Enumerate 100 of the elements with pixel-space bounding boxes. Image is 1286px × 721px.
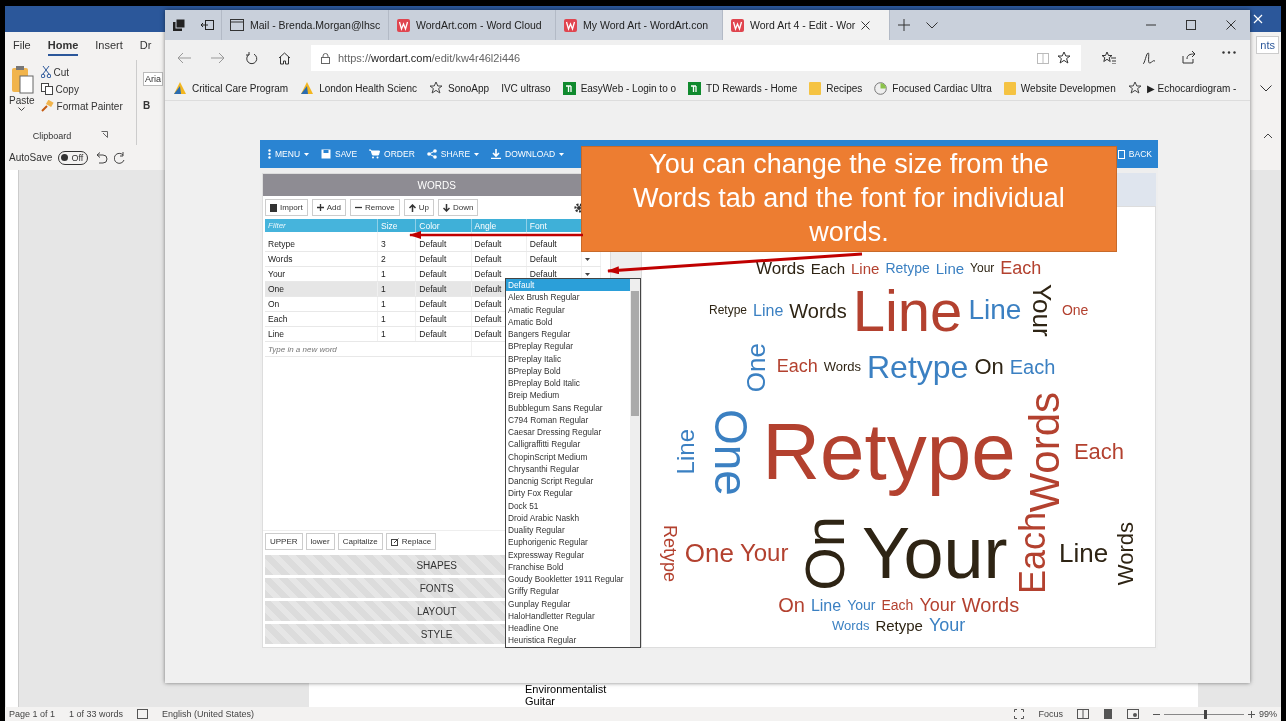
toolbar-button[interactable]: DOWNLOAD — [491, 149, 565, 159]
word-button[interactable]: Up — [403, 199, 434, 216]
more-icon[interactable] — [1222, 51, 1236, 54]
dropdown-caret-icon[interactable] — [585, 272, 590, 276]
proofing-icon[interactable] — [137, 709, 149, 719]
chevron-down-icon[interactable] — [1260, 84, 1273, 92]
word-count[interactable]: 1 of 33 words — [69, 709, 124, 719]
web-layout-icon[interactable] — [1127, 709, 1139, 719]
toolbar-button[interactable]: SHARE — [426, 149, 480, 159]
font-option[interactable]: Dock 51 — [506, 499, 630, 512]
font-option[interactable]: Duality Regular — [506, 524, 630, 537]
case-button[interactable]: UPPER — [265, 533, 303, 550]
scrollbar[interactable] — [630, 279, 640, 647]
favorite-link[interactable]: Recipes — [809, 81, 863, 95]
launcher-icon[interactable] — [101, 131, 109, 138]
font-option[interactable]: Dirty Fox Regular — [506, 487, 630, 500]
font-option[interactable]: ChopinScript Medium — [506, 450, 630, 463]
font-option[interactable]: BPreplay Bold Italic — [506, 377, 630, 390]
font-option[interactable]: Chrysanthi Regular — [506, 462, 630, 475]
toolbar-button[interactable]: MENU — [268, 149, 310, 159]
format-painter-button[interactable]: Format Painter — [56, 100, 123, 112]
ribbon-tab[interactable]: File — [13, 36, 31, 56]
favorite-link[interactable]: EasyWeb - Login to o — [562, 81, 677, 95]
toolbar-button[interactable]: SAVE — [321, 149, 358, 159]
maximize-icon[interactable] — [1186, 20, 1196, 30]
favorite-link[interactable]: Critical Care Program — [173, 81, 289, 95]
refresh-icon[interactable] — [245, 51, 258, 65]
font-option[interactable]: Bubblegum Sans Regular — [506, 401, 630, 414]
cut-button[interactable]: Cut — [53, 66, 70, 78]
favorites-icon[interactable] — [1101, 51, 1116, 64]
favorite-link[interactable]: SonoApp — [429, 81, 490, 95]
comments-button[interactable]: nts — [1256, 36, 1279, 54]
font-option[interactable]: Dancnig Script Regular — [506, 475, 630, 488]
chevron-down-icon[interactable] — [926, 21, 938, 29]
favorite-link[interactable]: ▶ Echocardiogram - — [1127, 81, 1237, 95]
ribbon-tab[interactable]: Insert — [95, 36, 123, 56]
browser-tab[interactable]: Mail - Brenda.Morgan@lhsc — [221, 10, 388, 40]
case-button[interactable]: Replace — [385, 533, 437, 550]
plus-icon — [316, 204, 324, 211]
favorite-link[interactable]: TD Rewards - Home — [688, 81, 798, 95]
case-button[interactable]: lower — [305, 533, 335, 550]
browser-tab[interactable]: Word Art 4 - Edit - Wor — [722, 10, 889, 40]
font-name-field[interactable]: Aria — [143, 72, 163, 86]
cloud-word: Words — [1021, 391, 1068, 513]
star-icon[interactable] — [1057, 51, 1071, 65]
font-option[interactable]: C794 Roman Regular — [506, 413, 630, 426]
browser-tab[interactable]: WordArt.com - Word Cloud — [388, 10, 555, 40]
language-label[interactable]: English (United States) — [162, 709, 255, 719]
share-icon[interactable] — [1182, 51, 1196, 64]
toolbar-button[interactable]: ORDER — [369, 149, 415, 159]
plus-icon[interactable] — [898, 19, 910, 31]
undo-icon[interactable] — [94, 151, 109, 164]
page-count[interactable]: Page 1 of 1 — [9, 709, 56, 719]
plus-icon[interactable] — [1248, 710, 1255, 718]
font-option[interactable]: BPreplay Italic — [506, 352, 630, 365]
back-button[interactable]: BACK — [1117, 149, 1152, 159]
cloud-word: Your — [739, 540, 789, 567]
paste-button[interactable]: Paste — [9, 95, 35, 106]
dropdown-caret-icon[interactable] — [585, 257, 590, 261]
focus-icon[interactable] — [1014, 709, 1025, 719]
word-button[interactable]: Add — [311, 199, 346, 216]
favorite-link[interactable]: London Health Scienc — [300, 81, 417, 95]
cloud-word: Your — [919, 595, 956, 616]
read-mode-icon[interactable] — [1077, 709, 1089, 719]
document-icon — [270, 203, 277, 212]
zoom-slider[interactable] — [1204, 709, 1207, 719]
font-option[interactable]: Caesar Dressing Regular — [506, 426, 630, 439]
tab-stack-icon[interactable] — [173, 19, 185, 31]
zoom-level[interactable]: 99% — [1259, 709, 1277, 719]
case-button[interactable]: Capitalize — [337, 533, 383, 550]
ribbon-tab[interactable]: Dr — [139, 36, 152, 56]
filter-field[interactable]: Filter — [265, 219, 377, 232]
font-option[interactable]: BPreplay Bold — [506, 364, 630, 377]
word-button[interactable]: Import — [265, 199, 308, 216]
home-icon[interactable] — [278, 51, 291, 65]
focus-button[interactable]: Focus — [1038, 709, 1063, 719]
ribbon-tab[interactable]: Home — [47, 36, 79, 56]
bold-button[interactable]: B — [143, 100, 163, 111]
font-option[interactable]: Euphorigenic Regular — [506, 536, 630, 549]
close-icon[interactable] — [1226, 20, 1236, 30]
font-option[interactable]: Calligraffitti Regular — [506, 438, 630, 451]
font-option[interactable]: Droid Arabic Naskh — [506, 511, 630, 524]
close-icon[interactable] — [861, 20, 871, 30]
caret-icon[interactable] — [18, 107, 26, 112]
word-button[interactable]: Down — [437, 199, 479, 216]
tab-aside-icon[interactable] — [200, 20, 214, 30]
address-bar[interactable]: https://wordart.com/edit/kw4r46l2i446 — [311, 45, 1081, 71]
chevron-up-icon[interactable] — [1263, 133, 1273, 139]
font-dropdown-menu[interactable] — [505, 278, 641, 648]
copy-button[interactable]: Copy — [55, 83, 79, 95]
redo-icon[interactable] — [114, 151, 127, 164]
favorite-link[interactable]: Website Developmen — [1003, 81, 1116, 95]
word-button[interactable]: Remove — [349, 199, 400, 216]
font-option[interactable]: Breip Medium — [506, 389, 630, 402]
font-option[interactable]: BPreplay Regular — [506, 340, 630, 353]
favorite-link[interactable]: Focused Cardiac Ultra — [874, 81, 992, 95]
favorite-link[interactable]: IVC ultraso — [501, 82, 551, 94]
clipboard-icon[interactable] — [9, 64, 34, 94]
print-layout-icon[interactable] — [1103, 709, 1113, 719]
pen-icon[interactable] — [1142, 51, 1156, 65]
